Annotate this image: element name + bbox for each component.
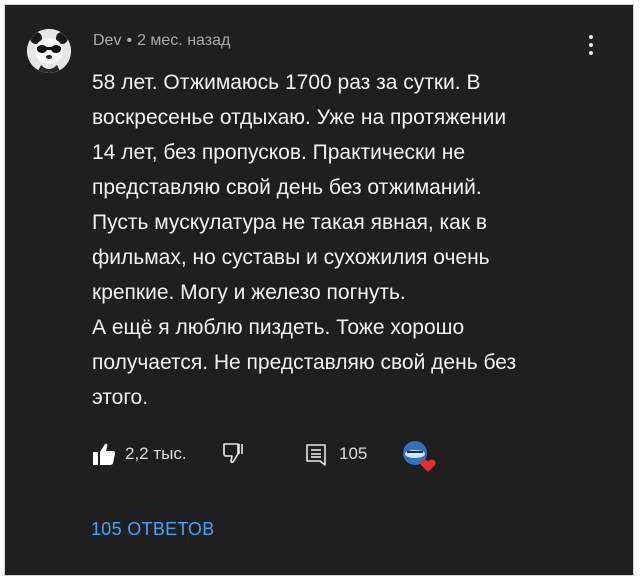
like-count: 2,2 тыс.	[125, 444, 187, 463]
author-name[interactable]: Dev	[93, 32, 121, 49]
meta-separator: •	[126, 32, 133, 49]
thumbs-up-icon	[93, 443, 116, 465]
dislike-button[interactable]	[221, 441, 247, 469]
comment-text: 58 лет. Отжимаюсь 1700 раз за сутки. В в…	[92, 65, 612, 415]
like-button[interactable]	[91, 441, 121, 469]
comment-line: Пусть мускулатура не такая явная, как в	[92, 211, 487, 234]
menu-dot	[589, 43, 593, 47]
reply-count: 105	[339, 444, 368, 463]
comment-line: 58 лет. Отжимаюсь 1700 раз за сутки. В	[92, 71, 481, 94]
comment-line: крепкие. Могу и железо погнуть.	[92, 281, 406, 304]
comment-line: А ещё я люблю пиздеть. Тоже хорошо	[92, 316, 465, 339]
comment-icon	[306, 444, 326, 466]
menu-dot	[589, 35, 593, 39]
comment-actions: 2,2 тыс. 105	[91, 439, 451, 473]
comment-card: Dev • 2 мес. назад 58 лет. Отжимаюсь 1700 …	[4, 4, 634, 576]
reply-button[interactable]	[305, 443, 329, 467]
more-vertical-icon[interactable]	[583, 31, 599, 59]
comment-line: 14 лет, без пропусков. Практически не	[92, 141, 466, 164]
creator-heart-icon	[403, 441, 436, 472]
avatar[interactable]	[27, 29, 71, 73]
comment-line: фильмах, но суставы и сухожилия очень	[92, 246, 490, 269]
comment-line: представляю свой день без отжиманий.	[92, 176, 482, 199]
view-replies-button[interactable]: 105 ОТВЕТОВ	[91, 519, 215, 540]
comment-timestamp[interactable]: 2 мес. назад	[137, 32, 230, 49]
comment-meta: Dev • 2 мес. назад	[93, 32, 230, 50]
panda-avatar-icon	[27, 29, 71, 73]
menu-dot	[589, 51, 593, 55]
comment-line: получается. Не представляю свой день без	[92, 351, 517, 374]
creator-heart	[401, 439, 437, 473]
comment-line: этого.	[92, 386, 149, 409]
thumbs-down-icon	[223, 443, 243, 464]
comment-line: воскресенье отдыхаю. Уже на протяжении	[92, 106, 507, 129]
